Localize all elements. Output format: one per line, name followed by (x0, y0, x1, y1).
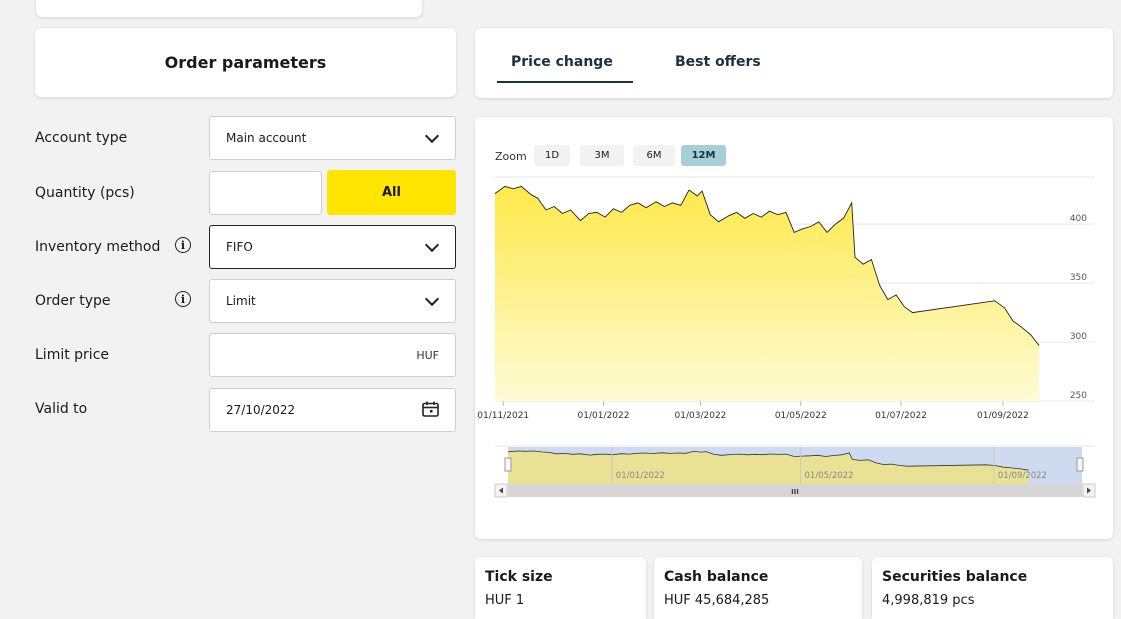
price-chart-card: Zoom 1D 3M 6M 12M 250 300 350 400 01/11/202… (475, 117, 1113, 539)
securities-balance-card: Securities balance 4,998,819 pcs (872, 557, 1113, 619)
tick-size-label: Tick size (485, 569, 553, 585)
x-tick-label: 01/05/2022 (775, 411, 827, 421)
chevron-down-icon (424, 237, 440, 253)
securities-balance-value: 4,998,819 pcs (882, 593, 975, 608)
inventory-method-value: FIFO (226, 240, 253, 254)
price-chart[interactable]: 250 300 350 400 01/11/2021 01/01/2022 01/03/2… (475, 117, 1113, 539)
order-parameters-header: Order parameters (35, 28, 456, 97)
y-tick-label: 350 (1070, 273, 1087, 283)
inventory-method-label: Inventory method (35, 239, 161, 255)
order-type-label: Order type (35, 293, 111, 309)
cash-balance-card: Cash balance HUF 45,684,285 (654, 557, 862, 619)
account-type-value: Main account (226, 131, 307, 145)
tab-best-offers[interactable]: Best offers (675, 54, 761, 70)
scrollbar-grip: III (791, 488, 799, 496)
order-parameters-title: Order parameters (164, 53, 327, 72)
order-type-value: Limit (226, 294, 256, 308)
calendar-icon[interactable] (422, 401, 439, 417)
valid-to-date-input[interactable]: 27/10/2022 (209, 388, 456, 432)
cash-balance-label: Cash balance (664, 569, 769, 585)
account-type-label: Account type (35, 130, 128, 146)
inventory-method-select[interactable]: FIFO (209, 225, 456, 269)
y-tick-label: 250 (1070, 391, 1087, 401)
navigator-right-handle[interactable] (1076, 457, 1084, 472)
chevron-down-icon (424, 291, 440, 307)
x-tick-label: 01/09/2022 (977, 411, 1029, 421)
securities-balance-label: Securities balance (882, 569, 1028, 585)
chevron-down-icon (424, 128, 440, 144)
navigator-tick-label: 01/05/2022 (805, 471, 854, 481)
valid-to-value: 27/10/2022 (226, 403, 296, 417)
order-type-select[interactable]: Limit (209, 279, 456, 323)
x-tick-label: 01/11/2021 (477, 411, 529, 421)
navigator-tick-label: 01/01/2022 (616, 471, 665, 481)
chart-tabs: Price change Best offers (475, 28, 1113, 98)
x-tick-label: 01/03/2022 (675, 411, 727, 421)
tab-price-change[interactable]: Price change (497, 54, 633, 83)
limit-price-input[interactable]: HUF (209, 333, 456, 377)
limit-price-label: Limit price (35, 347, 109, 363)
x-tick-label: 01/01/2022 (578, 411, 630, 421)
account-type-select[interactable]: Main account (209, 116, 456, 160)
cash-balance-value: HUF 45,684,285 (664, 593, 770, 608)
navigator-left-handle[interactable] (504, 457, 512, 472)
y-tick-label: 300 (1070, 332, 1087, 342)
currency-suffix: HUF (416, 348, 439, 362)
x-tick-label: 01/07/2022 (875, 411, 927, 421)
quantity-label: Quantity (pcs) (35, 185, 135, 201)
all-quantity-button[interactable]: All (327, 170, 456, 215)
valid-to-label: Valid to (35, 401, 88, 417)
y-tick-label: 400 (1070, 214, 1087, 224)
tick-size-value: HUF 1 (485, 593, 525, 608)
quantity-input[interactable] (209, 171, 322, 215)
info-icon[interactable]: i (175, 291, 191, 307)
price-area (495, 186, 1040, 401)
info-icon[interactable]: i (175, 237, 191, 253)
tick-size-card: Tick size HUF 1 (475, 557, 646, 619)
navigator-tick-label: 01/09/2022 (998, 471, 1047, 481)
top-card-stub (36, 0, 422, 17)
